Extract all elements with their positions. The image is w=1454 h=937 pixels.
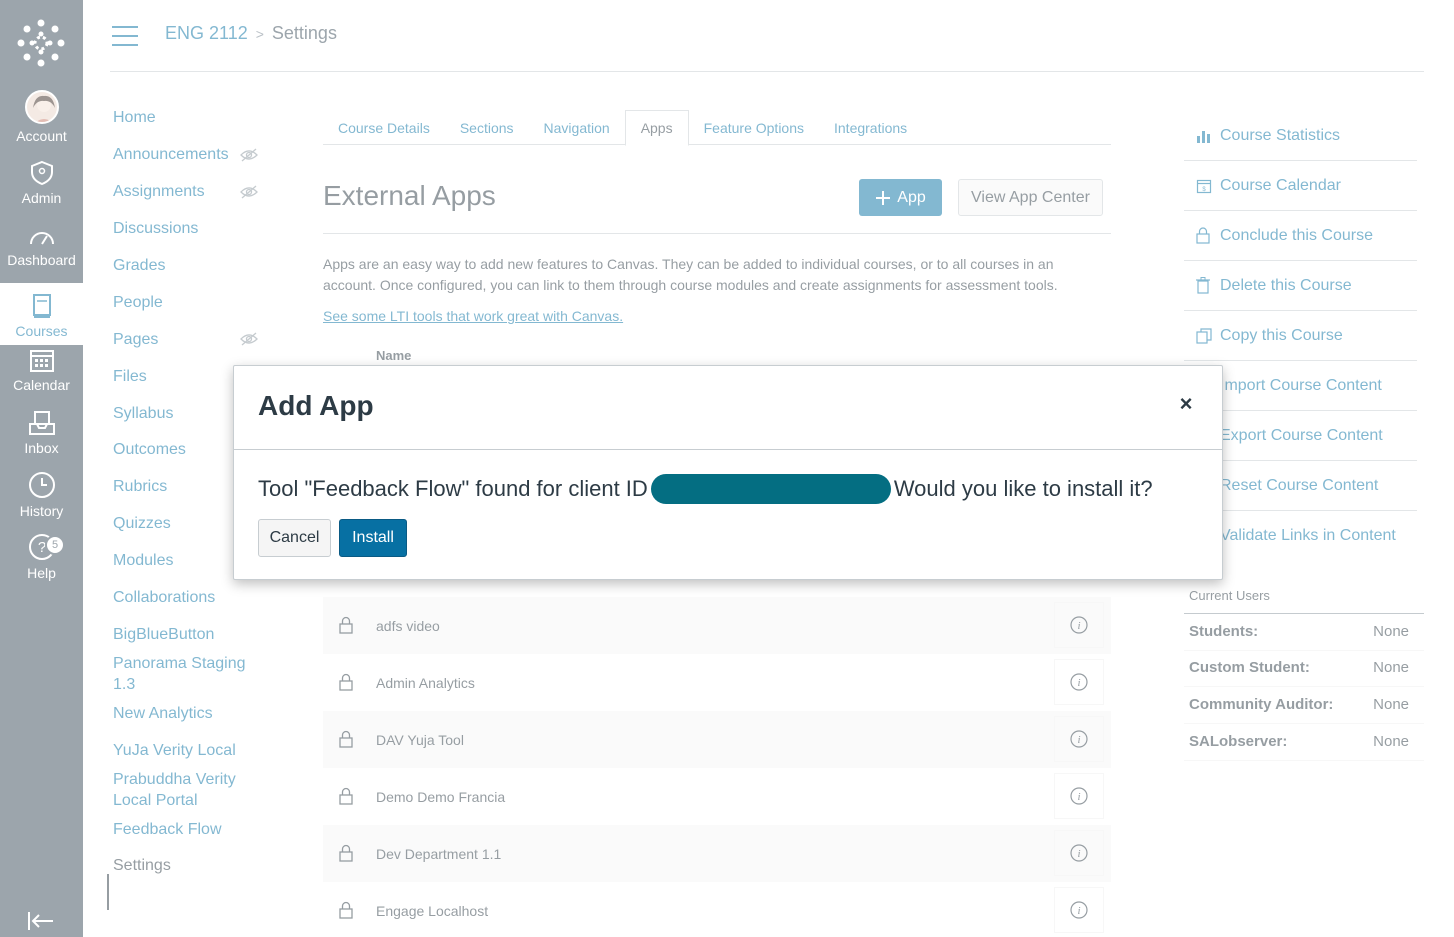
redacted-client-id [650,474,891,504]
dialog-message: Tool "Feedback Flow" found for client ID… [258,474,1153,504]
install-button[interactable]: Install [339,519,407,557]
dialog-title: Add App [258,390,374,421]
dialog-divider [234,449,1222,450]
canvas-app: Account Admin Dashboard Courses Calendar… [0,0,1454,937]
cancel-button[interactable]: Cancel [258,519,331,557]
message-prefix: Tool "Feedback Flow" found for client ID [258,476,648,501]
message-suffix: Would you like to install it? [893,476,1153,501]
add-app-dialog: Add App × Tool "Feedback Flow" found for… [233,365,1223,580]
close-icon[interactable]: × [1174,391,1198,416]
